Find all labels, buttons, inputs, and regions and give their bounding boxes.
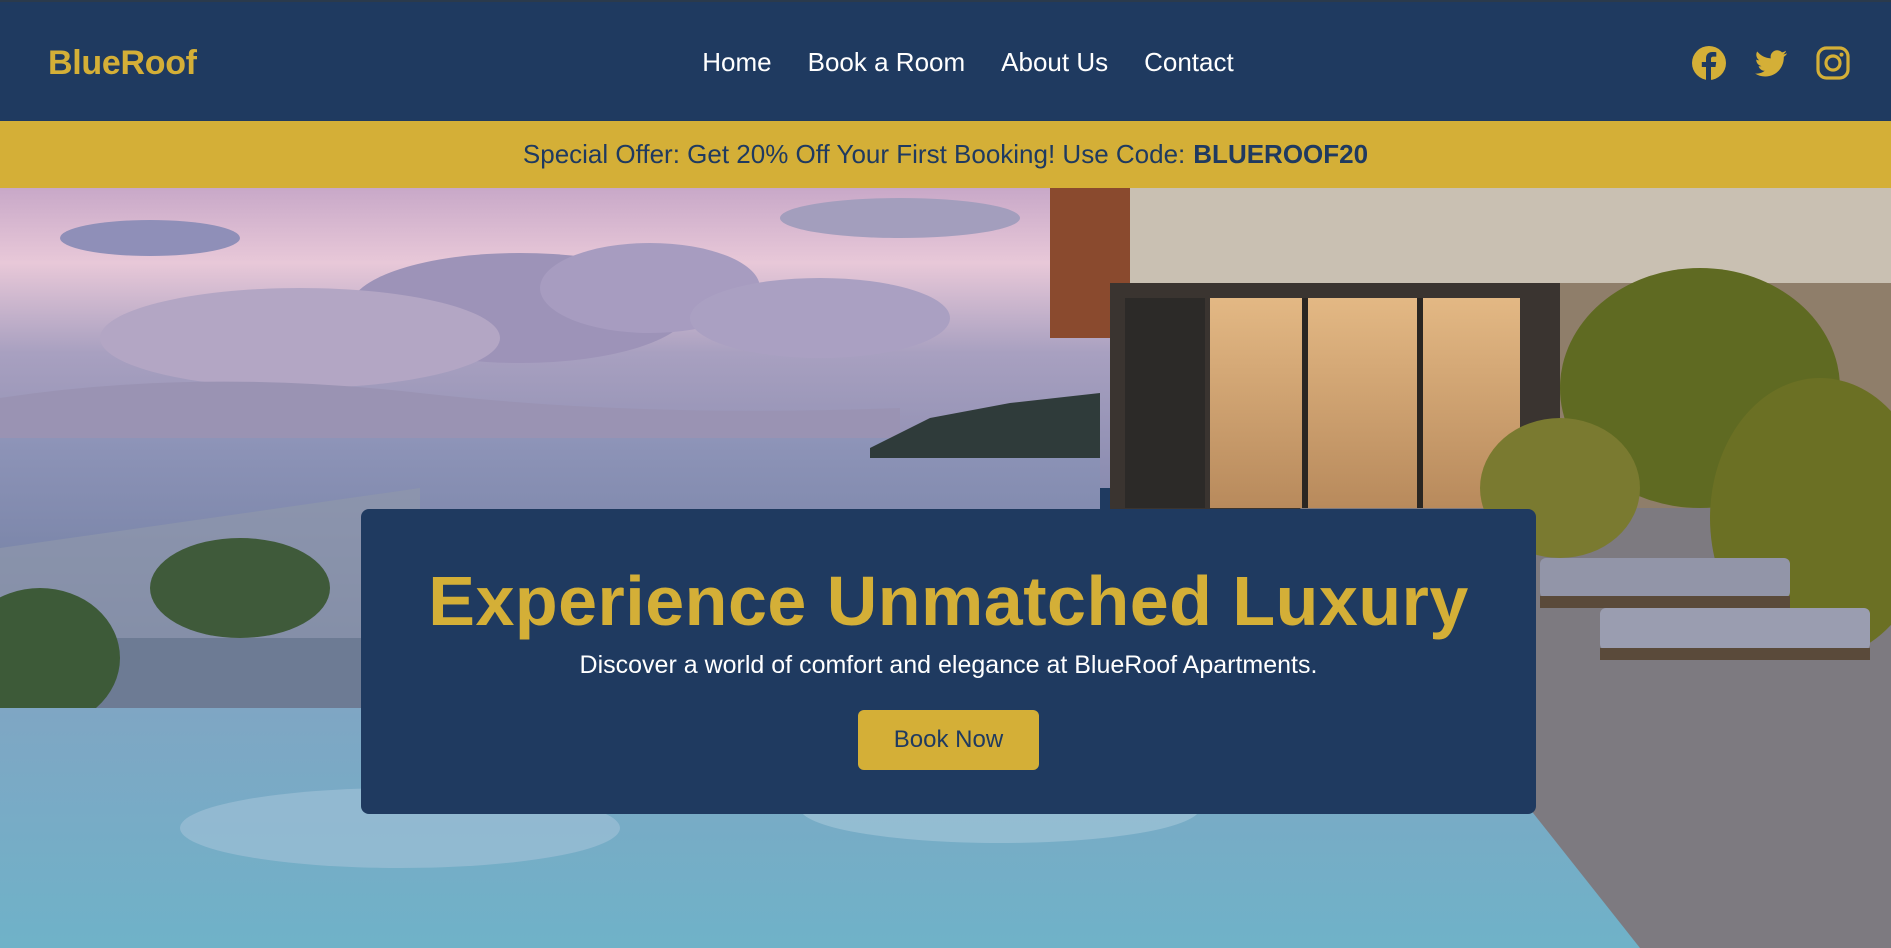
hero-subtitle: Discover a world of comfort and elegance… <box>579 651 1318 679</box>
book-now-button[interactable]: Book Now <box>858 710 1039 770</box>
nav-book-a-room[interactable]: Book a Room <box>808 47 966 78</box>
site-header: BlueRoof Home Book a Room About Us Conta… <box>0 0 1891 121</box>
nav-contact[interactable]: Contact <box>1144 47 1234 78</box>
hero-title: Experience Unmatched Luxury <box>428 562 1469 640</box>
nav-about-us[interactable]: About Us <box>1001 47 1108 78</box>
instagram-icon[interactable] <box>1815 45 1851 81</box>
social-links <box>1691 45 1851 81</box>
main-nav: Home Book a Room About Us Contact <box>0 2 1891 123</box>
facebook-icon[interactable] <box>1691 45 1727 81</box>
brand-logo[interactable]: BlueRoof <box>48 44 197 83</box>
twitter-icon[interactable] <box>1753 45 1789 81</box>
nav-home[interactable]: Home <box>702 47 771 78</box>
promo-banner: Special Offer: Get 20% Off Your First Bo… <box>0 121 1891 188</box>
promo-text: Special Offer: Get 20% Off Your First Bo… <box>522 139 1186 169</box>
hero-card: Experience Unmatched Luxury Discover a w… <box>361 509 1536 814</box>
promo-code: BLUEROOF20 <box>1193 139 1369 169</box>
hero-section: Experience Unmatched Luxury Discover a w… <box>0 188 1891 948</box>
